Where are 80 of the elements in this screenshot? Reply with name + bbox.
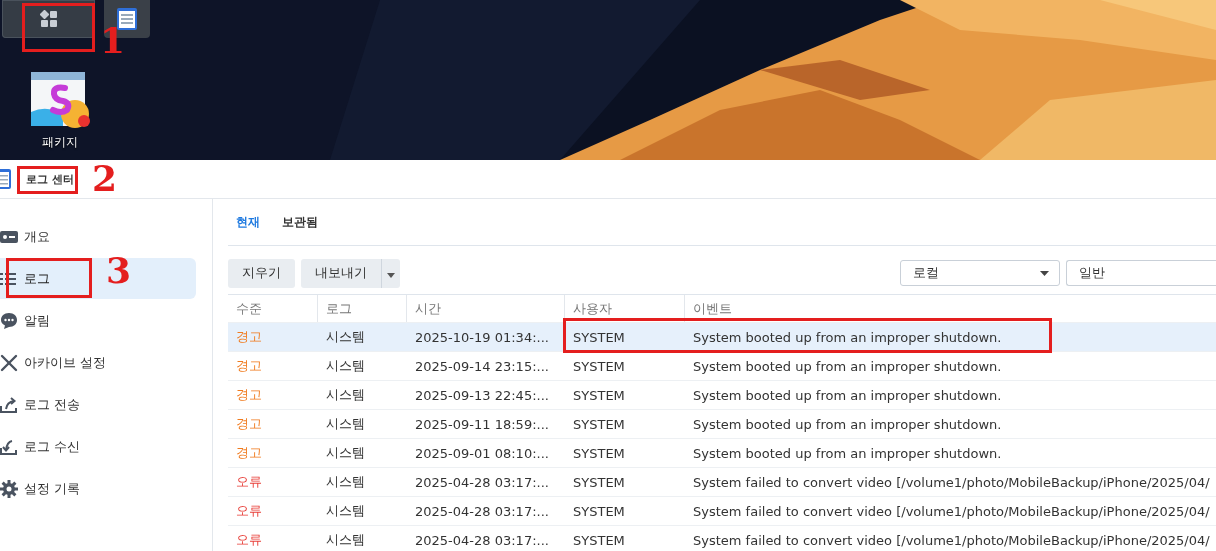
- clear-button[interactable]: 지우기: [228, 258, 295, 288]
- sidebar-item[interactable]: 아카이브 설정: [0, 351, 107, 375]
- table-row[interactable]: 경고 시스템 2025-10-19 01:34:... SYSTEM System booted up from an improper shutdown.: [228, 323, 1216, 352]
- dropdown-button[interactable]: [381, 258, 400, 288]
- table-cell-text: System failed to convert video [/volume1/photo/MobileBackup/iPhone/2025/04/: [692, 474, 1210, 490]
- table-cell-text: 2025-09-13 22:45:...: [414, 387, 550, 403]
- table-cell-text: System failed to convert video [/volume1/photo/MobileBackup/iPhone/2025/04/: [692, 532, 1210, 548]
- source-dropdown[interactable]: 로컬: [900, 260, 1060, 286]
- app-label: 패키지: [42, 134, 78, 151]
- sidebar-item[interactable]: 로그 수신: [0, 435, 81, 459]
- sidebar-item[interactable]: 설정 기록: [0, 477, 81, 501]
- table-row[interactable]: 경고 시스템 2025-09-13 22:45:... SYSTEM System booted up from an improper shutdown.: [228, 381, 1216, 410]
- annotation-number: 1: [100, 22, 126, 58]
- table-cell-text: 시스템: [325, 328, 366, 346]
- tab[interactable]: 보관됨: [282, 213, 318, 231]
- export-button[interactable]: 내보내기: [301, 258, 381, 288]
- column-header[interactable]: 사용자: [565, 295, 685, 322]
- sidebar-item[interactable]: 알림: [0, 309, 50, 333]
- table-cell-text: 2025-09-14 23:15:...: [414, 358, 550, 374]
- caret-icon: [1040, 270, 1049, 276]
- table-cell-text: 시스템: [325, 473, 366, 491]
- table-row[interactable]: 오류 시스템 2025-04-28 03:17:... SYSTEM System failed to convert video [/volume1/photo/MobileBackup/iPhone/2025/04/: [228, 497, 1216, 526]
- table-cell-text: 경고: [235, 444, 263, 462]
- tools-icon: [0, 354, 18, 372]
- download-icon: [0, 438, 18, 456]
- table-cell-text: 시스템: [325, 386, 366, 404]
- table-cell-text: 경고: [235, 415, 263, 433]
- table-cell-text: 시스템: [325, 357, 366, 375]
- table-cell-text: SYSTEM: [572, 474, 626, 490]
- table-row[interactable]: 경고 시스템 2025-09-01 08:10:... SYSTEM System booted up from an improper shutdown.: [228, 439, 1216, 468]
- table-cell-text: SYSTEM: [572, 532, 626, 548]
- list-icon: [0, 270, 18, 288]
- table-cell-text: 오류: [235, 531, 263, 549]
- tab[interactable]: 현재: [236, 213, 260, 231]
- annotation-number: 3: [106, 252, 132, 288]
- sidebar-item[interactable]: 로그 전송: [0, 393, 81, 417]
- table-cell-text: 2025-04-28 03:17:...: [414, 532, 550, 548]
- table-cell-text: 경고: [235, 357, 263, 375]
- table-cell-text: System booted up from an improper shutdown.: [692, 387, 1002, 403]
- sidebar-item[interactable]: 개요: [0, 225, 50, 249]
- column-header[interactable]: 로그: [318, 295, 407, 322]
- table-row[interactable]: 경고 시스템 2025-09-11 18:59:... SYSTEM System booted up from an improper shutdown.: [228, 410, 1216, 439]
- table-row[interactable]: 경고 시스템 2025-09-14 23:15:... SYSTEM System booted up from an improper shutdown.: [228, 352, 1216, 381]
- table-cell-text: System booted up from an improper shutdown.: [692, 329, 1002, 345]
- table-cell-text: 오류: [235, 473, 263, 491]
- table-cell-text: 2025-04-28 03:17:...: [414, 503, 550, 519]
- table-cell-text: 오류: [235, 502, 263, 520]
- grid-icon: [39, 10, 58, 28]
- table-cell-text: SYSTEM: [572, 358, 626, 374]
- table-cell-text: 2025-04-28 03:17:...: [414, 474, 550, 490]
- table-cell-text: 2025-09-11 18:59:...: [414, 416, 550, 432]
- annotation-box: [17, 166, 78, 194]
- filter-field[interactable]: 일반: [1066, 260, 1216, 286]
- table-cell-text: SYSTEM: [572, 387, 626, 403]
- table-cell-text: 시스템: [325, 531, 366, 549]
- caret-icon: [387, 272, 395, 278]
- table-cell-text: 경고: [235, 386, 263, 404]
- column-header[interactable]: 수준: [228, 295, 318, 322]
- upload-icon: [0, 396, 18, 414]
- table-cell-text: SYSTEM: [572, 503, 626, 519]
- table-cell-text: System failed to convert video [/volume1/photo/MobileBackup/iPhone/2025/04/: [692, 503, 1210, 519]
- table-cell-text: 경고: [235, 328, 263, 346]
- sidebar-item[interactable]: 로그: [0, 267, 50, 291]
- table-cell-text: System booted up from an improper shutdown.: [692, 445, 1002, 461]
- table-cell-text: System booted up from an improper shutdown.: [692, 358, 1002, 374]
- column-header[interactable]: 이벤트: [685, 295, 1216, 322]
- table-cell-text: 2025-09-01 08:10:...: [414, 445, 550, 461]
- table-cell-text: SYSTEM: [572, 329, 626, 345]
- table-cell-text: 시스템: [325, 444, 366, 462]
- table-cell-text: SYSTEM: [572, 416, 626, 432]
- table-cell-text: 시스템: [325, 415, 366, 433]
- table-row[interactable]: 오류 시스템 2025-04-28 03:17:... SYSTEM System failed to convert video [/volume1/photo/MobileBackup/iPhone/2025/04/: [228, 468, 1216, 497]
- table-cell-text: 시스템: [325, 502, 366, 520]
- table-cell-text: SYSTEM: [572, 445, 626, 461]
- table-row[interactable]: 오류 시스템 2025-04-28 03:17:... SYSTEM System failed to convert video [/volume1/photo/MobileBackup/iPhone/2025/04/: [228, 526, 1216, 551]
- column-header[interactable]: 시간: [407, 295, 565, 322]
- window-title: 로그 센터: [26, 171, 74, 187]
- table-cell-text: 2025-10-19 01:34:...: [414, 329, 550, 345]
- table-cell-text: System booted up from an improper shutdown.: [692, 416, 1002, 432]
- annotation-number: 2: [92, 160, 118, 196]
